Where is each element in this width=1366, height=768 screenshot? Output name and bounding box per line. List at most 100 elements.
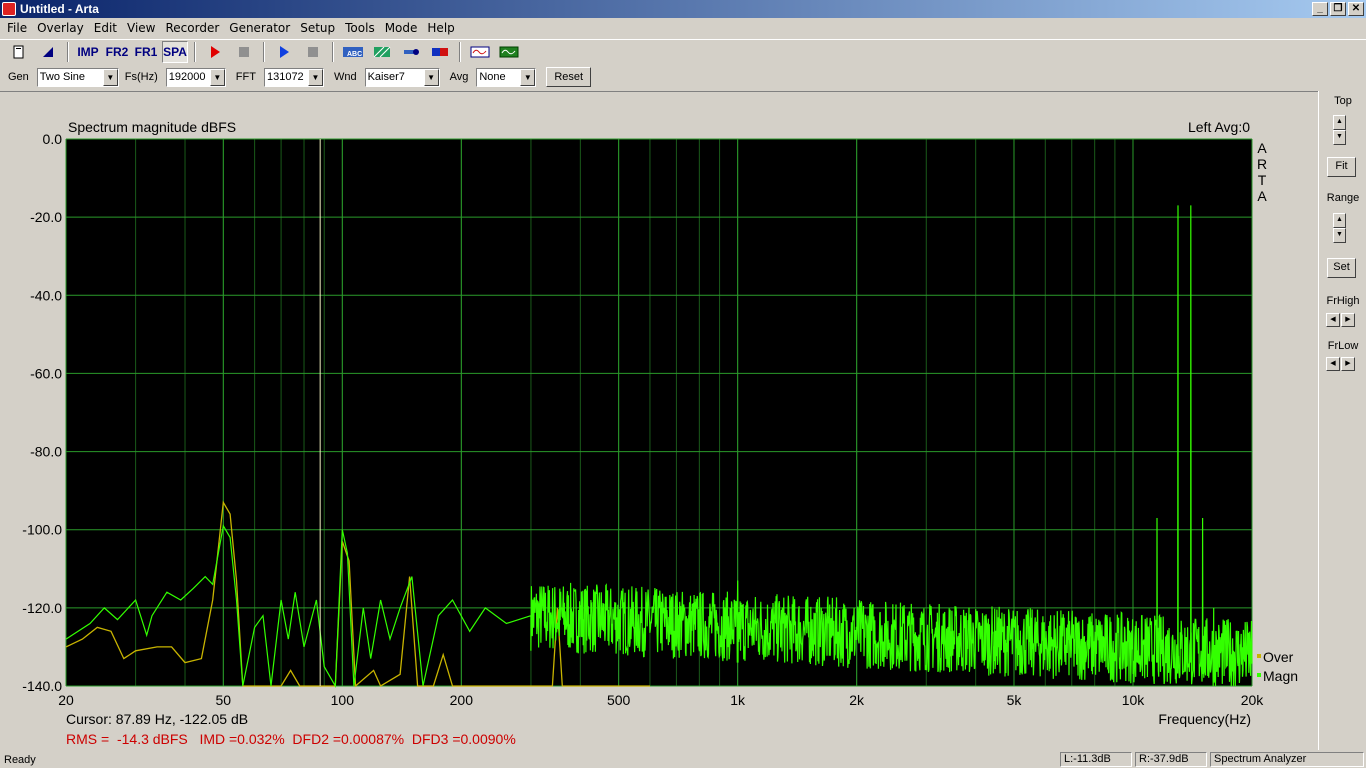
window-value: Kaiser7 xyxy=(367,71,405,83)
x-tick-label: 50 xyxy=(216,692,232,708)
menu-help[interactable]: Help xyxy=(422,21,459,35)
avg-label: Avg xyxy=(449,71,469,83)
right-control-panel: Top ▲ ▼ Fit Range ▲ ▼ Set FrHigh ◀ ▶ FrLow … xyxy=(1318,91,1366,750)
set-button[interactable]: Set xyxy=(1327,258,1356,278)
y-tick-label: 0.0 xyxy=(43,131,63,147)
open-icon[interactable] xyxy=(35,41,61,63)
impulse-mode-button[interactable]: IMP xyxy=(75,41,101,63)
generator-select[interactable]: Two Sine ▼ xyxy=(36,67,119,87)
right-arrow-icon[interactable]: ▶ xyxy=(1341,357,1355,371)
settings-toolbar: Gen Two Sine ▼ Fs(Hz) 192000 ▼ FFT 131072 ▼… xyxy=(0,65,1366,89)
toolbar-separator xyxy=(67,41,69,62)
frlow-spinner[interactable]: ◀ ▶ xyxy=(1326,357,1355,371)
menu-tools[interactable]: Tools xyxy=(340,21,380,35)
menu-file[interactable]: File xyxy=(2,21,32,35)
chevron-down-icon[interactable]: ▼ xyxy=(102,68,118,86)
svg-text:ABC: ABC xyxy=(347,51,362,58)
oscilloscope-icon[interactable] xyxy=(496,41,522,63)
meter-icon[interactable] xyxy=(427,41,453,63)
menu-bar: File Overlay Edit View Recorder Generato… xyxy=(0,18,1366,38)
hatch-icon[interactable] xyxy=(369,41,395,63)
down-arrow-icon[interactable]: ▼ xyxy=(1333,130,1346,145)
menu-view[interactable]: View xyxy=(122,21,160,35)
frlow-label: FrLow xyxy=(1327,340,1359,352)
fr1-mode-button[interactable]: FR1 xyxy=(133,41,159,63)
title-bar: Untitled - Arta _ ❐ ✕ xyxy=(0,0,1366,18)
minimize-button[interactable]: _ xyxy=(1312,2,1328,16)
sample-rate-select[interactable]: 192000 ▼ xyxy=(165,67,226,87)
fr2-mode-button[interactable]: FR2 xyxy=(104,41,130,63)
chevron-down-icon[interactable]: ▼ xyxy=(520,68,536,86)
y-tick-label: -60.0 xyxy=(30,365,62,381)
range-spinner[interactable]: ▲ ▼ xyxy=(1333,213,1346,243)
channel-info: Left Avg:0 xyxy=(1188,119,1250,135)
menu-generator[interactable]: Generator xyxy=(224,21,295,35)
waveform-icon[interactable] xyxy=(467,41,493,63)
fit-button[interactable]: Fit xyxy=(1327,157,1356,177)
frhigh-spinner[interactable]: ◀ ▶ xyxy=(1326,313,1355,327)
plot-area: 0.0 -20.0 -40.0 -60.0 -80.0 -100.0 -120.0 -140.… xyxy=(0,91,1318,751)
legend-label: Over xyxy=(1263,649,1294,665)
spectrum-chart[interactable]: 0.0 -20.0 -40.0 -60.0 -80.0 -100.0 -120.0 -140.… xyxy=(0,92,1318,751)
record-icon[interactable] xyxy=(202,41,228,63)
toolbar-separator xyxy=(459,41,461,62)
menu-mode[interactable]: Mode xyxy=(380,21,423,35)
left-level: L:-11.3dB xyxy=(1060,752,1132,767)
arta-watermark-letter: T xyxy=(1258,172,1267,188)
x-tick-label: 2k xyxy=(849,692,865,708)
stop-icon[interactable] xyxy=(300,41,326,63)
new-document-icon[interactable] xyxy=(6,41,32,63)
left-arrow-icon[interactable]: ◀ xyxy=(1326,313,1340,327)
cursor-readout: Cursor: 87.89 Hz, -122.05 dB xyxy=(66,711,248,727)
legend-swatch xyxy=(1257,673,1261,677)
right-arrow-icon[interactable]: ▶ xyxy=(1341,313,1355,327)
chevron-down-icon[interactable]: ▼ xyxy=(423,68,439,86)
restore-button[interactable]: ❐ xyxy=(1330,2,1346,16)
up-arrow-icon[interactable]: ▲ xyxy=(1333,213,1346,228)
menu-recorder[interactable]: Recorder xyxy=(160,21,224,35)
fft-label: FFT xyxy=(235,71,256,83)
chevron-down-icon[interactable]: ▼ xyxy=(209,68,225,86)
y-tick-label: -120.0 xyxy=(22,600,62,616)
menu-setup[interactable]: Setup xyxy=(295,21,340,35)
down-arrow-icon[interactable]: ▼ xyxy=(1333,228,1346,243)
distortion-metrics: RMS = -14.3 dBFS IMD =0.032% DFD2 =0.000… xyxy=(66,731,516,747)
top-spinner[interactable]: ▲ ▼ xyxy=(1333,115,1346,145)
legend-swatch xyxy=(1257,654,1261,658)
arta-watermark-letter: A xyxy=(1257,188,1267,204)
gen-label: Gen xyxy=(8,71,29,83)
averaging-select[interactable]: None ▼ xyxy=(476,67,537,87)
toolbar-separator xyxy=(194,41,196,62)
fft-size-select[interactable]: 131072 ▼ xyxy=(263,67,324,87)
averaging-value: None xyxy=(479,71,506,83)
sample-rate-value: 192000 xyxy=(168,71,206,83)
mode-indicator: Spectrum Analyzer xyxy=(1210,752,1364,767)
frhigh-label: FrHigh xyxy=(1326,295,1360,307)
window-select[interactable]: Kaiser7 ▼ xyxy=(364,67,440,87)
stop-icon[interactable] xyxy=(231,41,257,63)
x-tick-label: 5k xyxy=(1007,692,1023,708)
y-tick-label: -100.0 xyxy=(22,522,62,538)
menu-overlay[interactable]: Overlay xyxy=(32,21,89,35)
menu-edit[interactable]: Edit xyxy=(89,21,122,35)
left-arrow-icon[interactable]: ◀ xyxy=(1326,357,1340,371)
abc-icon[interactable]: ABC xyxy=(340,41,366,63)
arta-watermark-letter: R xyxy=(1257,156,1267,172)
close-button[interactable]: ✕ xyxy=(1348,2,1364,16)
x-tick-label: 1k xyxy=(730,692,746,708)
status-text: Ready xyxy=(4,753,36,766)
window-title: Untitled - Arta xyxy=(20,2,99,16)
play-icon[interactable] xyxy=(271,41,297,63)
y-tick-label: -20.0 xyxy=(30,209,62,225)
toolbar-separator xyxy=(263,41,265,62)
probe-icon[interactable] xyxy=(398,41,424,63)
x-tick-label: 100 xyxy=(331,692,355,708)
up-arrow-icon[interactable]: ▲ xyxy=(1333,115,1346,130)
spa-mode-button[interactable]: SPA xyxy=(162,40,188,63)
reset-button[interactable]: Reset xyxy=(546,67,592,87)
fft-size-value: 131072 xyxy=(266,71,304,83)
y-tick-label: -140.0 xyxy=(22,678,62,694)
chevron-down-icon[interactable]: ▼ xyxy=(307,68,323,86)
x-tick-label: 20k xyxy=(1241,692,1265,708)
y-tick-label: -40.0 xyxy=(30,287,62,303)
